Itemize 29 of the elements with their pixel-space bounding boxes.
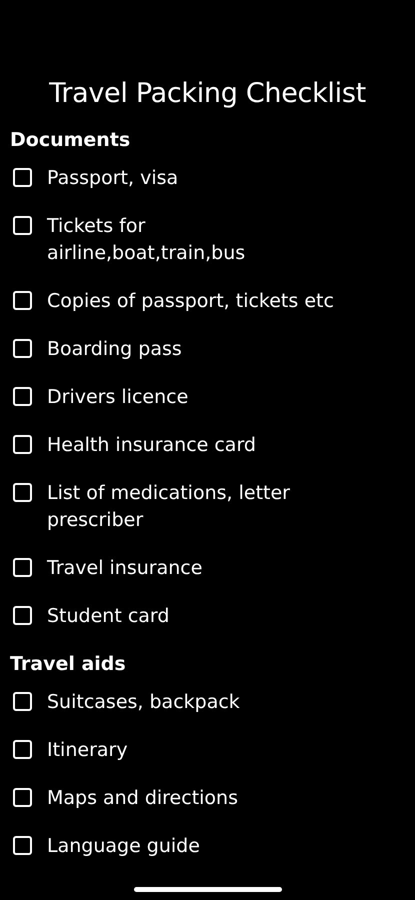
- page-title: Travel Packing Checklist: [48, 78, 367, 109]
- checklist-item-label: Student card: [47, 604, 170, 629]
- checklist-item-label: Suitcases, backpack: [47, 690, 240, 715]
- checkbox[interactable]: [13, 740, 32, 759]
- checkbox[interactable]: [13, 387, 32, 406]
- checklist-item-label: Language guide: [47, 834, 200, 859]
- section-heading: Documents: [10, 128, 132, 153]
- checkbox[interactable]: [13, 788, 32, 807]
- checklist-item-label: Maps and directions: [47, 786, 238, 811]
- checkbox[interactable]: [13, 291, 32, 310]
- checkbox[interactable]: [13, 339, 32, 358]
- checklist-item-label: Health insurance card: [47, 433, 256, 458]
- checkbox[interactable]: [13, 483, 32, 502]
- checkbox[interactable]: [13, 606, 32, 625]
- checklist-item-label: Drivers licence: [47, 385, 188, 410]
- checkbox[interactable]: [13, 435, 32, 454]
- section-heading: Travel aids: [10, 652, 127, 677]
- checklist-item-label: Boarding pass: [47, 337, 182, 362]
- checkbox[interactable]: [13, 168, 32, 187]
- checklist-item-label: Travel insurance: [47, 556, 202, 581]
- checklist-item-label: Passport, visa: [47, 166, 178, 191]
- checklist-item-label: List of medications, letter prescriber: [47, 481, 291, 533]
- checkbox[interactable]: [13, 692, 32, 711]
- checklist-item-label: Itinerary: [47, 738, 128, 763]
- checklist-item-label: Tickets for airline,boat,train,bus: [47, 214, 246, 266]
- checkbox[interactable]: [13, 836, 32, 855]
- checkbox[interactable]: [13, 558, 32, 577]
- checkbox[interactable]: [13, 216, 32, 235]
- checklist-item-label: Copies of passport, tickets etc: [47, 289, 334, 314]
